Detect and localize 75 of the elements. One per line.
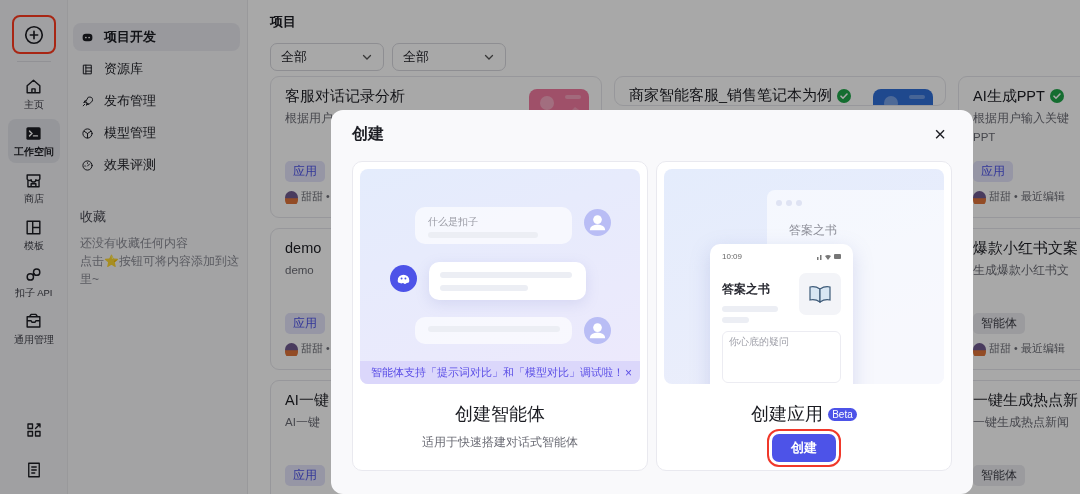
project-title: demo xyxy=(285,240,322,256)
project-description: 生成爆款小红书文 xyxy=(973,263,1069,278)
empty-hint: 还没有收藏任何内容 点击⭐按钮可将内容添加到这里~ xyxy=(80,235,240,288)
library-icon xyxy=(81,62,94,76)
cube-icon xyxy=(81,126,94,140)
avatar-icon xyxy=(973,342,986,356)
grid-icon xyxy=(24,421,43,439)
project-title: 一键生成热点新 xyxy=(973,390,1078,410)
project-title: 爆款小红书文案 xyxy=(973,238,1078,258)
project-description: 根据用户 xyxy=(285,111,333,126)
type-tag: 应用 xyxy=(285,313,325,334)
project-description: 根据用户输入关键 xyxy=(973,111,1069,126)
sidebar-item[interactable]: 模型管理 xyxy=(73,119,240,147)
nav-item[interactable]: 通用管理 xyxy=(7,307,60,351)
author-meta: 甜甜 • 最近编辑 xyxy=(989,190,1065,204)
dialog-title: 创建 xyxy=(352,123,384,144)
author-meta: 甜甜 • 最近编辑 xyxy=(989,342,1065,356)
sidebar-item[interactable]: 发布管理 xyxy=(73,87,240,115)
avatar-icon xyxy=(285,190,298,204)
filter-dropdown[interactable]: 全部 xyxy=(392,43,506,71)
option-title: 创建应用 xyxy=(751,403,824,426)
nav-item[interactable]: 商店 xyxy=(7,166,60,210)
user-avatar-icon xyxy=(584,209,611,236)
nav-item[interactable]: 扣子 API xyxy=(7,260,60,304)
book-icon xyxy=(809,285,831,303)
avatar-icon xyxy=(973,190,986,204)
option-card[interactable]: 答案之书 10:09 答案之书 你心底的疑问 创建应用 Beta 创建 xyxy=(656,161,952,471)
section-title: 收藏 xyxy=(80,209,107,226)
plus-icon xyxy=(22,23,45,46)
option-card[interactable]: 什么是扣子 智能体支持「提示词对比」和「模型对比」调试啦！× 创建智能体 适用于快速搭建对话式智能体 xyxy=(352,161,648,471)
type-tag: 智能体 xyxy=(973,313,1025,334)
question-field: 你心底的疑问 xyxy=(722,331,841,383)
project-description: AI一键 xyxy=(285,415,320,430)
type-tag: 智能体 xyxy=(973,465,1025,486)
page-title: 项目 xyxy=(270,13,297,31)
option-title: 创建智能体 xyxy=(455,403,545,426)
beta-badge: Beta xyxy=(828,407,857,421)
rocket-icon xyxy=(81,94,94,108)
type-tag: 应用 xyxy=(285,161,325,182)
author-meta: 甜甜 • xyxy=(301,190,330,204)
app-title: 答案之书 xyxy=(722,281,771,298)
status-time: 10:09 xyxy=(722,252,743,261)
bubble-text: 什么是扣子 xyxy=(428,216,479,227)
author-meta: 甜甜 • xyxy=(301,342,330,356)
filter-dropdown[interactable]: 全部 xyxy=(270,43,384,71)
project-description: demo xyxy=(285,263,314,278)
signal-icon xyxy=(817,253,841,260)
project-description: PPT xyxy=(973,130,996,145)
sidebar-item[interactable]: 资源库 xyxy=(73,55,240,83)
close-button[interactable]: × xyxy=(625,365,632,380)
project-description: 一键生成热点新闻 xyxy=(973,415,1069,430)
project-title: 客服对话记录分析 xyxy=(285,86,405,106)
avatar-icon xyxy=(285,342,298,356)
sidebar-item[interactable]: 效果评测 xyxy=(73,151,240,179)
project-title: AI一键 xyxy=(285,390,329,410)
option-description: 适用于快速搭建对话式智能体 xyxy=(422,434,578,451)
type-tag: 应用 xyxy=(285,465,325,486)
bot-logo-icon xyxy=(390,265,417,292)
create-button[interactable] xyxy=(13,17,54,52)
window-title: 答案之书 xyxy=(789,222,838,239)
type-tag: 应用 xyxy=(973,161,1013,182)
nav-item[interactable]: 工作空间 xyxy=(7,119,60,163)
notice-text: 智能体支持「提示词对比」和「模型对比」调试啦！ xyxy=(371,365,624,380)
gauge-icon xyxy=(81,158,94,172)
close-button[interactable]: × xyxy=(928,124,952,144)
project-title: AI生成PPT xyxy=(973,86,1045,106)
layout-icon xyxy=(24,217,43,237)
inbox-icon xyxy=(24,311,43,331)
nav-item[interactable]: 主页 xyxy=(7,72,60,116)
home-icon xyxy=(24,76,43,96)
user-avatar-icon xyxy=(584,317,611,344)
nav-item[interactable]: 模板 xyxy=(7,213,60,257)
project-card[interactable]: 商家智能客服_销售笔记本为例 xyxy=(614,76,946,106)
sidebar-item[interactable]: 项目开发 xyxy=(73,23,240,51)
project-title: 商家智能客服_销售笔记本为例 xyxy=(629,86,833,105)
